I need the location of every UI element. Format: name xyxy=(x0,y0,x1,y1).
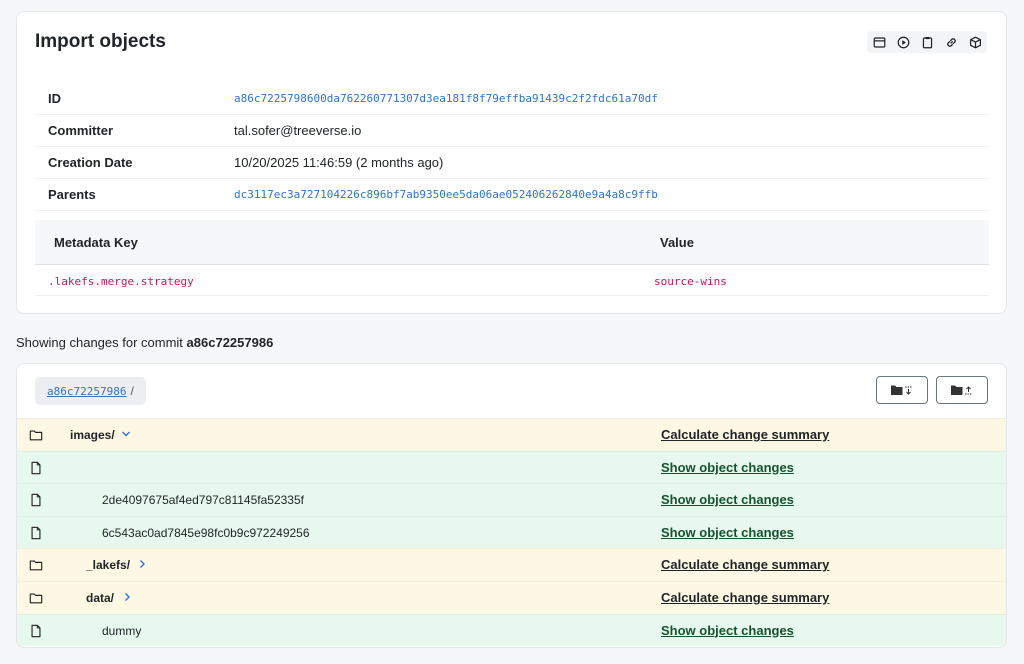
dir-name: _lakefs/ xyxy=(86,558,131,573)
object-button[interactable] xyxy=(963,31,987,53)
calculate-change-summary-link[interactable]: Calculate change summary xyxy=(661,557,829,572)
collapse-all-button[interactable] xyxy=(936,376,988,404)
calculate-change-summary-link[interactable]: Calculate change summary xyxy=(661,590,829,605)
breadcrumb-ref-link[interactable]: a86c72257986 xyxy=(47,385,126,398)
info-row-parents: Parents dc3117ec3a727104226c896bf7ab9350… xyxy=(35,178,989,211)
showing-changes-text: Showing changes for commit a86c72257986 xyxy=(16,335,273,350)
play-icon xyxy=(897,36,909,48)
file-icon xyxy=(31,493,41,507)
parent-commit-link[interactable]: dc3117ec3a727104226c896bf7ab9350ee5da06a… xyxy=(234,178,989,211)
tree-row-file[interactable]: dummy Show object changes xyxy=(17,613,1006,647)
folder-collapse-icon xyxy=(951,385,972,395)
run-button[interactable] xyxy=(891,31,915,53)
cube-icon xyxy=(969,36,981,48)
info-key: Creation Date xyxy=(35,146,234,179)
commit-short-id: a86c72257986 xyxy=(186,335,274,350)
page-title: Import objects xyxy=(35,31,166,52)
chevron-down-icon[interactable] xyxy=(120,427,132,441)
chevron-right-icon[interactable] xyxy=(136,557,148,571)
file-icon xyxy=(31,526,41,540)
tree-row-dir[interactable]: data/ Calculate change summary xyxy=(17,580,1006,614)
file-icon xyxy=(31,461,41,474)
folder-icon xyxy=(29,430,43,441)
metadata-value: source-wins xyxy=(654,275,727,288)
expand-all-button[interactable] xyxy=(876,376,928,404)
dir-name: data/ xyxy=(86,590,115,605)
metadata-key: .lakefs.merge.strategy xyxy=(48,275,194,288)
info-key: Committer xyxy=(35,114,234,147)
changes-card: a86c72257986 / images/ Calculate change … xyxy=(16,363,1007,648)
tree-row-dir[interactable]: images/ Calculate change summary xyxy=(17,418,1006,451)
browse-objects-button[interactable] xyxy=(867,31,891,53)
show-object-changes-link[interactable]: Show object changes xyxy=(661,492,794,507)
metadata-row: .lakefs.merge.strategy source-wins xyxy=(35,266,989,296)
committer-value: tal.sofer@treeverse.io xyxy=(234,114,989,147)
show-object-changes-link[interactable]: Show object changes xyxy=(661,460,794,475)
link-icon xyxy=(946,37,956,47)
metadata-key-header: Metadata Key xyxy=(54,235,138,250)
metadata-value-header: Value xyxy=(660,235,694,250)
tree-row-dir[interactable]: _lakefs/ Calculate change summary xyxy=(17,548,1006,581)
chevron-right-icon[interactable] xyxy=(121,590,133,604)
browse-objects-icon xyxy=(873,36,885,48)
commit-card: Import objects ID a86c7225798600da762260… xyxy=(16,11,1007,314)
clipboard-icon xyxy=(922,36,932,48)
info-key: Parents xyxy=(35,178,234,211)
file-name: 2de4097675af4ed797c81145fa52335f xyxy=(102,493,304,508)
tree-row-file[interactable]: 6c543ac0ad7845e98fc0b9c972249256 Show ob… xyxy=(17,515,1006,549)
tree-row-file[interactable]: Show object changes xyxy=(17,450,1006,484)
folder-icon xyxy=(29,593,43,604)
info-row-id: ID a86c7225798600da762260771307d3ea181f8… xyxy=(35,83,989,115)
file-name: 6c543ac0ad7845e98fc0b9c972249256 xyxy=(102,525,310,540)
show-object-changes-link[interactable]: Show object changes xyxy=(661,623,794,638)
metadata-table-header: Metadata Key Value xyxy=(35,220,989,265)
info-row-creation-date: Creation Date 10/20/2025 11:46:59 (2 mon… xyxy=(35,146,989,179)
copy-button[interactable] xyxy=(915,31,939,53)
folder-icon xyxy=(29,560,43,571)
changes-tree: images/ Calculate change summary Show ob… xyxy=(17,418,1006,647)
dir-name: images/ xyxy=(70,428,115,442)
commit-id-link[interactable]: a86c7225798600da762260771307d3ea181f8f79… xyxy=(234,83,989,115)
creation-date-value: 10/20/2025 11:46:59 (2 months ago) xyxy=(234,146,989,179)
folder-expand-icon xyxy=(891,385,912,395)
copy-link-button[interactable] xyxy=(939,31,963,53)
show-object-changes-link[interactable]: Show object changes xyxy=(661,525,794,540)
breadcrumb: a86c72257986 / xyxy=(35,377,146,405)
tree-row-file[interactable]: 2de4097675af4ed797c81145fa52335f Show ob… xyxy=(17,483,1006,516)
file-icon xyxy=(31,624,41,637)
file-name: dummy xyxy=(102,623,142,638)
info-row-committer: Committer tal.sofer@treeverse.io xyxy=(35,114,989,147)
calculate-change-summary-link[interactable]: Calculate change summary xyxy=(661,427,829,442)
commit-info-table: ID a86c7225798600da762260771307d3ea181f8… xyxy=(35,83,989,211)
info-key: ID xyxy=(35,83,234,115)
showing-prefix: Showing changes for commit xyxy=(16,335,183,350)
breadcrumb-separator: / xyxy=(130,384,134,398)
commit-toolbar xyxy=(867,31,987,53)
